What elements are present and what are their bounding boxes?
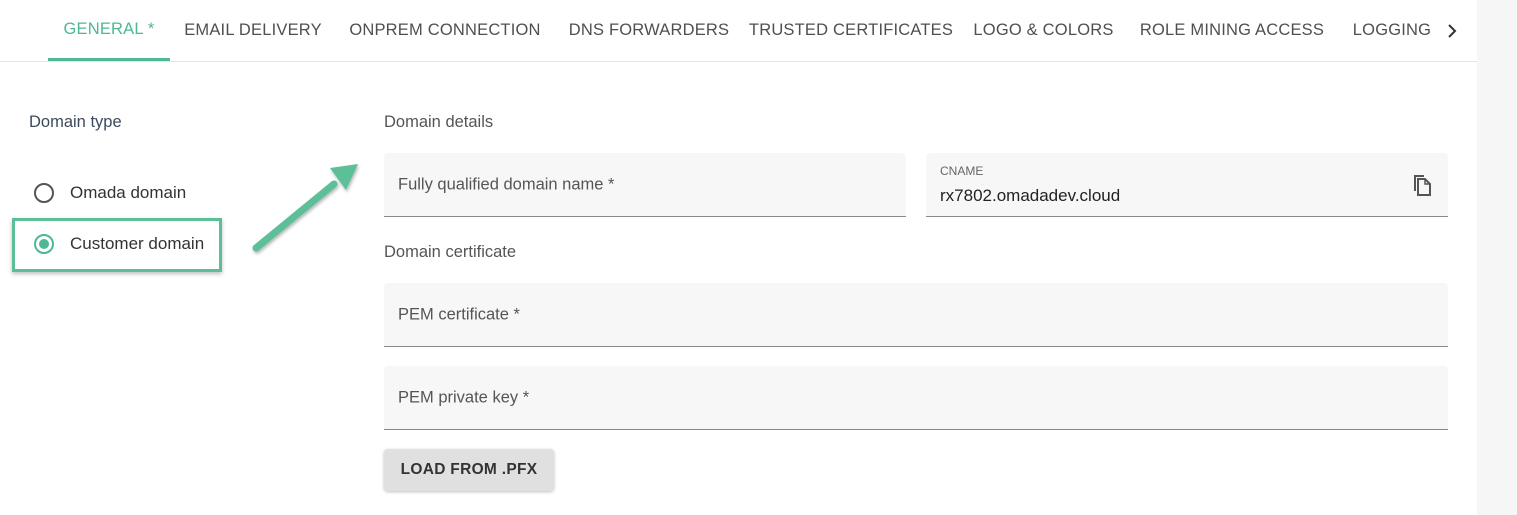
page: GENERAL * EMAIL DELIVERY ONPREM CONNECTI… [0,0,1517,515]
domain-type-label: Domain type [29,113,122,131]
fqdn-field[interactable]: Fully qualified domain name * [384,153,906,217]
tab-bar: GENERAL * EMAIL DELIVERY ONPREM CONNECTI… [0,0,1477,62]
settings-panel: GENERAL * EMAIL DELIVERY ONPREM CONNECTI… [0,0,1477,515]
annotation-arrow-icon [252,164,358,252]
radio-label: Customer domain [70,234,205,253]
tab-trusted-certificates[interactable]: TRUSTED CERTIFICATES [749,0,953,61]
tab-dns-forwarders[interactable]: DNS FORWARDERS [566,0,732,61]
load-from-pfx-button[interactable]: LOAD FROM .PFX [384,449,554,491]
tab-role-mining-access[interactable]: ROLE MINING ACCESS [1138,0,1326,61]
fqdn-placeholder: Fully qualified domain name * [398,175,615,193]
cname-value: rx7802.omadadev.cloud [940,186,1121,205]
cname-label: CNAME [940,164,984,178]
radio-label: Omada domain [70,183,187,202]
tab-email-delivery[interactable]: EMAIL DELIVERY [182,0,324,61]
radio-customer-domain[interactable]: Customer domain [34,229,204,259]
chevron-right-icon[interactable] [1441,20,1463,42]
tab-logo-colors[interactable]: LOGO & COLORS [970,0,1117,61]
cname-field[interactable]: CNAME rx7802.omadadev.cloud [926,153,1448,217]
pem-private-key-placeholder: PEM private key * [398,388,530,406]
radio-button[interactable] [34,234,54,254]
copy-icon[interactable] [1410,173,1432,197]
page-gutter [1477,0,1517,515]
domain-certificate-label: Domain certificate [384,243,517,261]
pem-private-key-field[interactable]: PEM private key * [384,366,1448,430]
pem-certificate-field[interactable]: PEM certificate * [384,283,1448,347]
tab-onprem-connection[interactable]: ONPREM CONNECTION [346,0,544,61]
radio-omada-domain[interactable]: Omada domain [34,178,186,208]
pem-certificate-placeholder: PEM certificate * [398,305,520,323]
tab-general[interactable]: GENERAL * [48,0,170,61]
domain-details-label: Domain details [384,113,494,131]
tab-logging[interactable]: LOGGING [1347,0,1437,61]
radio-button[interactable] [34,183,54,203]
